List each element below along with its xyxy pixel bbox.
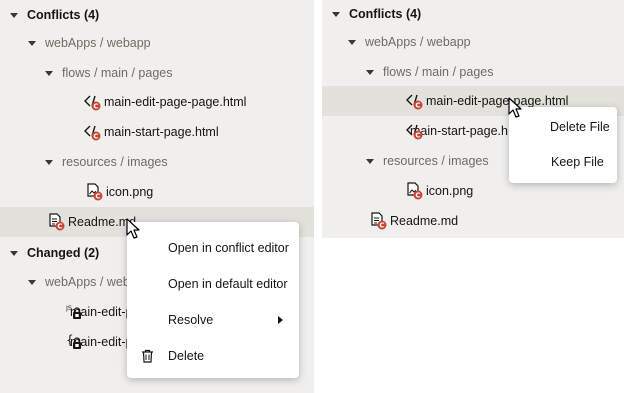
image-file-icon: C xyxy=(86,183,103,201)
changed-file-item-json[interactable]: { main-edit-page-page.json xyxy=(66,327,128,357)
repo-path: webApps / webapp xyxy=(45,36,151,50)
menu-label: Resolve xyxy=(168,313,214,327)
menu-item-delete[interactable]: Delete xyxy=(127,338,299,374)
folder-path: flows / main / pages xyxy=(62,66,173,80)
mouse-cursor-icon xyxy=(126,218,140,243)
menu-label: Keep File xyxy=(551,155,604,169)
file-item-icon[interactable]: C icon.png xyxy=(406,176,473,206)
file-name: main-edit-page-page.html xyxy=(426,94,569,108)
conflict-badge-icon: C xyxy=(91,101,101,111)
caret-down-icon[interactable] xyxy=(45,70,53,76)
file-item-icon[interactable]: C icon.png xyxy=(86,177,153,207)
menu-label: Delete xyxy=(168,349,205,363)
file-item-readme[interactable]: C Readme.md xyxy=(370,206,458,236)
resources-folder-node[interactable]: resources / images xyxy=(45,147,168,177)
menu-item-resolve[interactable]: Resolve xyxy=(127,302,299,338)
svg-text:C: C xyxy=(93,133,98,141)
file-name: main-start-page.html xyxy=(410,124,508,138)
changed-file-item-js[interactable]: JS main-edit-page-page.js xyxy=(66,297,128,327)
menu-item-open-conflict-editor[interactable]: Open in conflict editor xyxy=(127,230,299,266)
chevron-right-icon xyxy=(278,316,283,324)
conflict-badge-icon: C xyxy=(91,131,101,141)
doc-file-icon: C xyxy=(48,213,65,231)
lock-badge-icon xyxy=(73,307,81,319)
conflict-badge-icon: C xyxy=(413,100,423,110)
conflict-repo-node[interactable]: webApps / webapp xyxy=(348,27,471,57)
caret-down-icon[interactable] xyxy=(28,40,36,46)
menu-item-open-default-editor[interactable]: Open in default editor xyxy=(127,266,299,302)
conflict-badge-icon: C xyxy=(93,191,103,201)
caret-down-icon[interactable] xyxy=(45,159,53,165)
changed-repo-node[interactable]: webApps / webapp xyxy=(28,267,128,297)
repo-path: webApps / webapp xyxy=(365,35,471,49)
conflicts-title: Conflicts (4) xyxy=(27,8,100,22)
file-name: main-start-page.html xyxy=(104,125,219,139)
file-item-start-page[interactable]: C main-start-page.html xyxy=(84,117,219,147)
doc-file-icon: C xyxy=(370,212,387,230)
svg-text:C: C xyxy=(95,193,100,201)
caret-down-icon[interactable] xyxy=(348,39,356,45)
conflict-badge-icon: C xyxy=(55,221,65,231)
file-name: Readme.md xyxy=(390,214,459,228)
caret-down-icon[interactable] xyxy=(10,12,18,18)
caret-down-icon[interactable] xyxy=(366,158,374,164)
conflict-repo-node[interactable]: webApps / webapp xyxy=(28,28,151,58)
svg-text:C: C xyxy=(57,223,62,231)
changed-section-header[interactable]: Changed (2) xyxy=(10,238,99,268)
conflicts-section-header[interactable]: Conflicts (4) xyxy=(10,0,99,30)
caret-down-icon[interactable] xyxy=(332,11,340,17)
readme-context-menu: Open in conflict editor Open in default … xyxy=(127,222,299,378)
svg-text:C: C xyxy=(415,102,420,110)
resolve-submenu: Delete File Keep File xyxy=(509,107,617,183)
conflicts-title: Conflicts (4) xyxy=(349,7,422,21)
left-git-panel: Conflicts (4) webApps / webapp flows / m… xyxy=(0,0,314,393)
svg-text:C: C xyxy=(415,192,420,200)
repo-path: webApps / webapp xyxy=(45,275,128,289)
menu-label: Open in default editor xyxy=(168,277,288,291)
resources-folder-node[interactable]: resources / images xyxy=(366,146,489,176)
caret-down-icon[interactable] xyxy=(366,69,374,75)
svg-text:C: C xyxy=(415,132,420,140)
right-git-panel: Conflicts (4) webApps / webapp flows / m… xyxy=(322,0,624,238)
html-file-icon: C xyxy=(84,93,101,111)
changed-title: Changed (2) xyxy=(27,246,100,260)
menu-label: Delete File xyxy=(550,120,610,134)
lock-badge-icon xyxy=(73,337,81,349)
folder-path: resources / images xyxy=(62,155,168,169)
file-item-start-page[interactable]: C main-start-page.html xyxy=(406,116,508,146)
flows-folder-node[interactable]: flows / main / pages xyxy=(45,58,172,88)
conflict-badge-icon: C xyxy=(413,190,423,200)
caret-down-icon[interactable] xyxy=(10,250,18,256)
caret-down-icon[interactable] xyxy=(28,279,36,285)
html-file-icon: C xyxy=(84,123,101,141)
trash-icon xyxy=(141,349,154,366)
svg-text:C: C xyxy=(379,222,384,230)
file-item-edit-page[interactable]: C main-edit-page-page.html xyxy=(84,87,246,117)
html-file-icon: C xyxy=(406,92,423,110)
folder-path: flows / main / pages xyxy=(383,65,494,79)
mouse-cursor-icon xyxy=(508,97,522,122)
folder-path: resources / images xyxy=(383,154,489,168)
file-name: icon.png xyxy=(106,185,154,199)
conflict-badge-icon: C xyxy=(413,130,423,140)
menu-item-delete-file[interactable]: Delete File xyxy=(509,109,617,145)
conflict-badge-icon: C xyxy=(377,220,387,230)
conflicts-section-header[interactable]: Conflicts (4) xyxy=(332,0,421,29)
svg-text:C: C xyxy=(93,103,98,111)
menu-label: Open in conflict editor xyxy=(168,241,289,255)
file-name: icon.png xyxy=(426,184,474,198)
image-file-icon: C xyxy=(406,182,423,200)
flows-folder-node[interactable]: flows / main / pages xyxy=(366,57,493,87)
menu-item-keep-file[interactable]: Keep File xyxy=(509,144,617,180)
file-name: main-edit-page-page.html xyxy=(104,95,247,109)
